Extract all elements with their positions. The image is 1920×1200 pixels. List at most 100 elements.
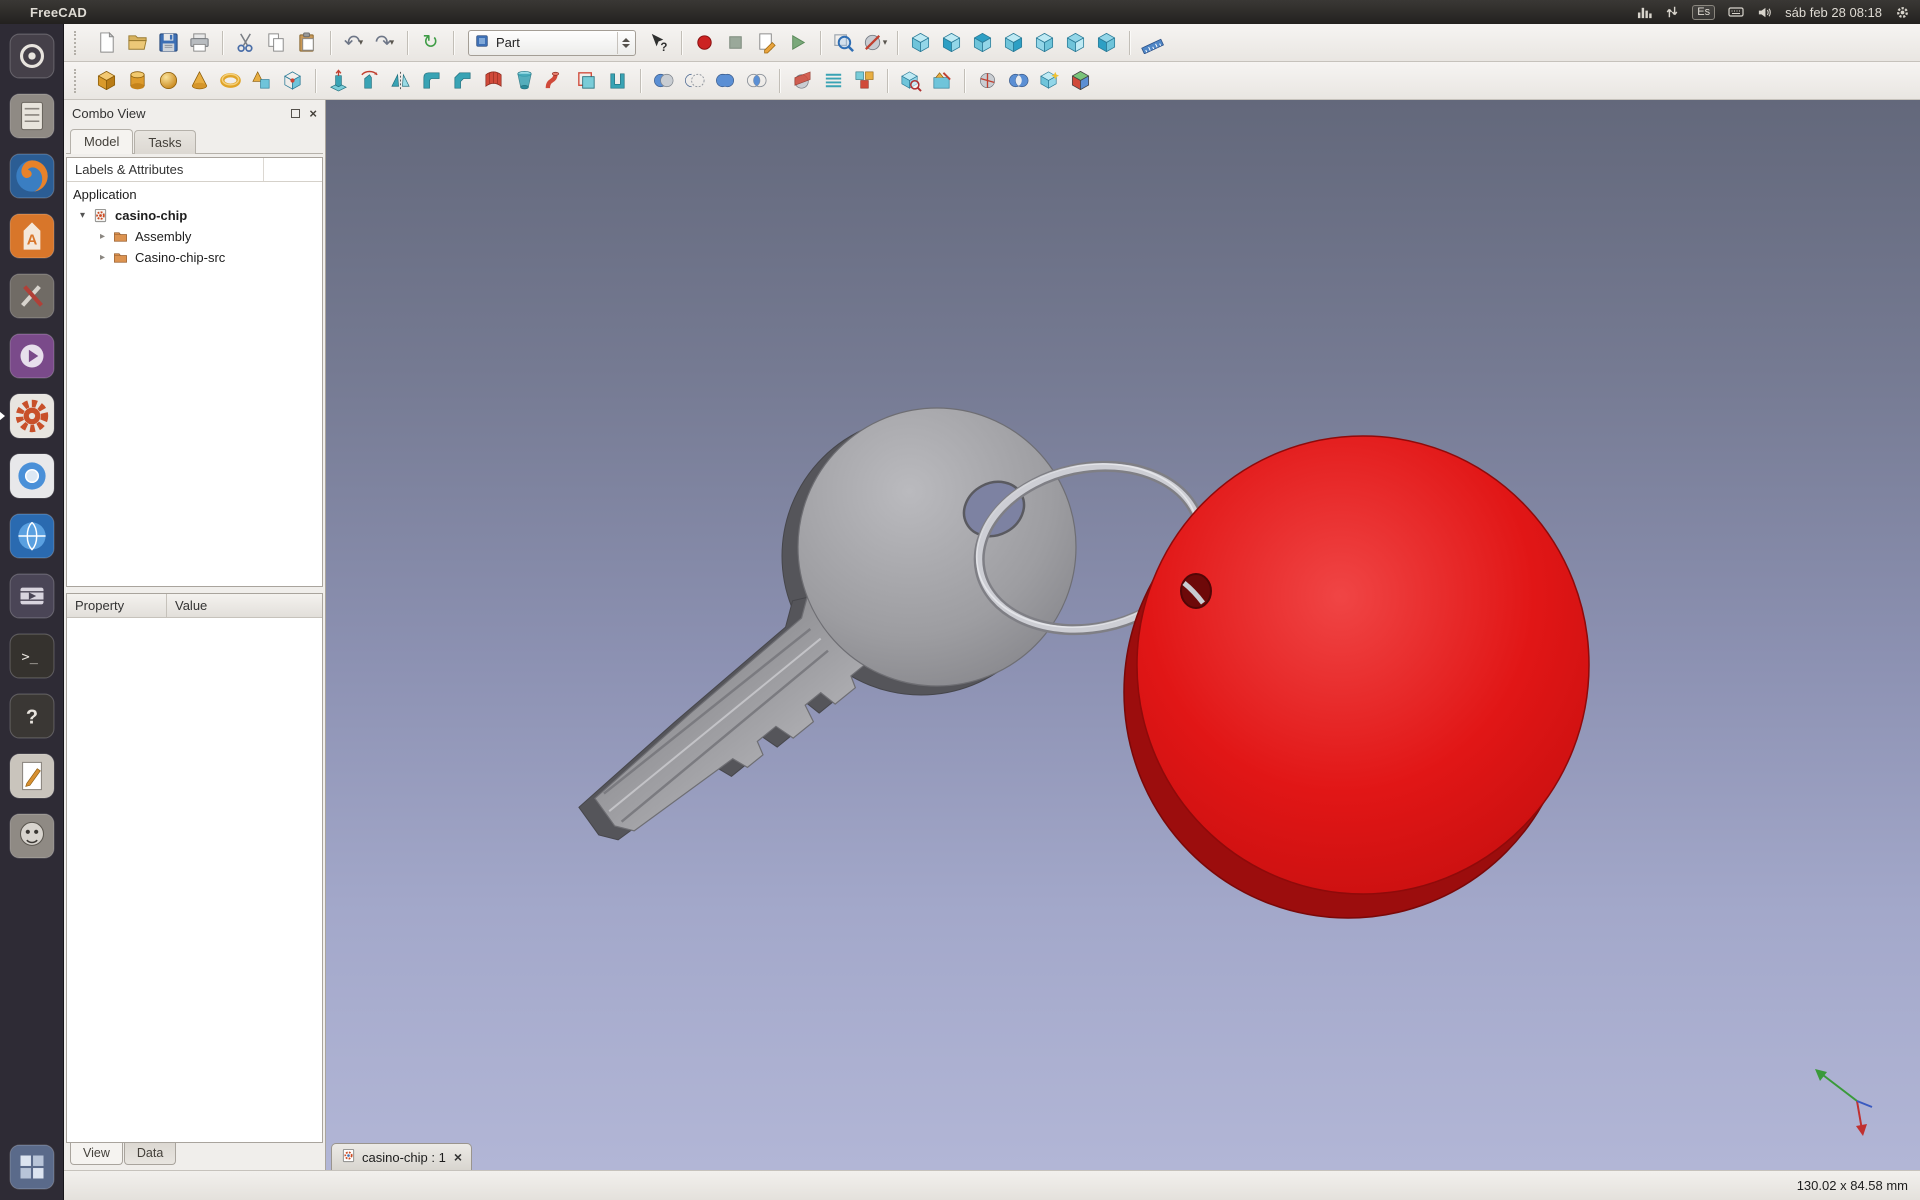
part-thickness-button[interactable] bbox=[603, 66, 632, 95]
macro-stop-button[interactable] bbox=[721, 28, 750, 57]
part-offset-button[interactable] bbox=[572, 66, 601, 95]
part-section-button[interactable] bbox=[788, 66, 817, 95]
whats-this-button[interactable]: ? bbox=[644, 28, 673, 57]
save-document-button[interactable] bbox=[154, 28, 183, 57]
document-tab-close-icon[interactable]: × bbox=[454, 1149, 462, 1165]
print-button[interactable] bbox=[185, 28, 214, 57]
part-loft-button[interactable] bbox=[510, 66, 539, 95]
indicator-input-method[interactable] bbox=[1728, 4, 1744, 20]
launcher-item-gimp[interactable] bbox=[5, 809, 59, 863]
dropdown-arrow-icon[interactable]: ▾ bbox=[390, 37, 395, 48]
indicator-session-menu[interactable] bbox=[1895, 5, 1910, 20]
launcher-item-video-app[interactable] bbox=[5, 569, 59, 623]
expander-closed-icon[interactable]: ▸ bbox=[100, 231, 113, 242]
part-cut-button[interactable] bbox=[680, 66, 709, 95]
part-sweep-button[interactable] bbox=[541, 66, 570, 95]
combo-spin-arrows-icon[interactable] bbox=[617, 32, 633, 54]
value-column-header[interactable]: Value bbox=[167, 594, 322, 617]
part-cross-sections-button[interactable] bbox=[819, 66, 848, 95]
open-document-button[interactable] bbox=[123, 28, 152, 57]
indicator-volume[interactable] bbox=[1757, 5, 1772, 20]
indicator-system-monitor[interactable] bbox=[1637, 5, 1652, 20]
macro-record-button[interactable] bbox=[690, 28, 719, 57]
part-boolean-button[interactable] bbox=[649, 66, 678, 95]
launcher-item-firefox[interactable] bbox=[5, 149, 59, 203]
view-top-button[interactable] bbox=[968, 28, 997, 57]
tab-tasks[interactable]: Tasks bbox=[134, 130, 195, 154]
part-shape-builder-button[interactable] bbox=[278, 66, 307, 95]
part-mirror-button[interactable] bbox=[386, 66, 415, 95]
tab-model[interactable]: Model bbox=[70, 129, 133, 154]
launcher-item-files[interactable] bbox=[5, 89, 59, 143]
toolbar-drag-handle[interactable] bbox=[74, 69, 80, 93]
part-cylinder-button[interactable] bbox=[123, 66, 152, 95]
redo-button[interactable]: ↷▾ bbox=[370, 28, 399, 57]
part-fillet-button[interactable] bbox=[417, 66, 446, 95]
launcher-item-freecad[interactable] bbox=[5, 389, 59, 443]
document-tab[interactable]: casino-chip : 1 × bbox=[331, 1143, 472, 1170]
part-check-geometry-button[interactable] bbox=[896, 66, 925, 95]
viewport-canvas[interactable] bbox=[326, 100, 1920, 1170]
part-boolean-xor-button[interactable] bbox=[1004, 66, 1033, 95]
launcher-item-media-player[interactable] bbox=[5, 329, 59, 383]
part-common-button[interactable] bbox=[742, 66, 771, 95]
panel-close-button[interactable]: × bbox=[309, 107, 317, 120]
view-left-button[interactable] bbox=[1092, 28, 1121, 57]
workbench-selector[interactable]: Part bbox=[468, 30, 636, 56]
indicator-keyboard-layout[interactable]: Es bbox=[1692, 5, 1715, 20]
paste-button[interactable] bbox=[293, 28, 322, 57]
toolbar-drag-handle[interactable] bbox=[74, 31, 80, 55]
undo-button[interactable]: ↶▾ bbox=[339, 28, 368, 57]
part-torus-button[interactable] bbox=[216, 66, 245, 95]
part-chamfer-button[interactable] bbox=[448, 66, 477, 95]
launcher-item-system-tools[interactable] bbox=[5, 269, 59, 323]
part-ruled-surface-button[interactable] bbox=[479, 66, 508, 95]
launcher-item-workspace-switcher[interactable] bbox=[5, 1140, 59, 1194]
copy-button[interactable] bbox=[262, 28, 291, 57]
launcher-item-web-browser[interactable] bbox=[5, 509, 59, 563]
macro-execute-button[interactable] bbox=[783, 28, 812, 57]
view-axonometric-button[interactable] bbox=[906, 28, 935, 57]
launcher-item-software-center[interactable]: A bbox=[5, 209, 59, 263]
3d-viewport[interactable]: casino-chip : 1 × bbox=[326, 100, 1920, 1170]
panel-float-button[interactable] bbox=[291, 109, 300, 118]
view-front-button[interactable] bbox=[937, 28, 966, 57]
measure-distance-button[interactable] bbox=[1138, 28, 1167, 57]
part-cone-button[interactable] bbox=[185, 66, 214, 95]
tree-item-assembly[interactable]: ▸ Assembly bbox=[67, 226, 322, 247]
dropdown-arrow-icon[interactable]: ▾ bbox=[359, 37, 364, 48]
launcher-item-dash-home[interactable] bbox=[5, 29, 59, 83]
dropdown-arrow-icon[interactable]: ▾ bbox=[883, 37, 888, 48]
launcher-item-text-editor[interactable] bbox=[5, 749, 59, 803]
cut-button[interactable] bbox=[231, 28, 260, 57]
indicator-network-sync[interactable] bbox=[1665, 5, 1679, 19]
part-compound-button[interactable] bbox=[850, 66, 879, 95]
macro-edit-button[interactable] bbox=[752, 28, 781, 57]
part-sphere-button[interactable] bbox=[154, 66, 183, 95]
tab-data[interactable]: Data bbox=[124, 1143, 176, 1165]
property-column-header[interactable]: Property bbox=[67, 594, 167, 617]
tree-item-document[interactable]: ▾ casino-chip bbox=[67, 205, 322, 226]
view-fit-all-button[interactable] bbox=[829, 28, 858, 57]
draw-style-button[interactable]: ▾ bbox=[860, 28, 889, 57]
part-primitives-button[interactable] bbox=[247, 66, 276, 95]
part-union-button[interactable] bbox=[711, 66, 740, 95]
expander-open-icon[interactable]: ▾ bbox=[80, 210, 93, 221]
launcher-item-help[interactable]: ? bbox=[5, 689, 59, 743]
launcher-item-terminal[interactable]: >_ bbox=[5, 629, 59, 683]
expander-closed-icon[interactable]: ▸ bbox=[100, 252, 113, 263]
tab-view[interactable]: View bbox=[70, 1143, 123, 1165]
view-right-button[interactable] bbox=[999, 28, 1028, 57]
new-document-button[interactable] bbox=[92, 28, 121, 57]
launcher-item-chromium[interactable] bbox=[5, 449, 59, 503]
tree-item-application[interactable]: Application bbox=[67, 184, 322, 205]
indicator-clock[interactable]: sáb feb 28 08:18 bbox=[1785, 6, 1882, 19]
part-revolve-button[interactable] bbox=[355, 66, 384, 95]
key-model[interactable] bbox=[577, 408, 1076, 860]
part-slice-button[interactable] bbox=[973, 66, 1002, 95]
tree-item-casino-chip-src[interactable]: ▸ Casino-chip-src bbox=[67, 247, 322, 268]
part-refine-shape-button[interactable] bbox=[1035, 66, 1064, 95]
view-bottom-button[interactable] bbox=[1061, 28, 1090, 57]
part-extrude-button[interactable] bbox=[324, 66, 353, 95]
part-color-per-face-button[interactable] bbox=[1066, 66, 1095, 95]
